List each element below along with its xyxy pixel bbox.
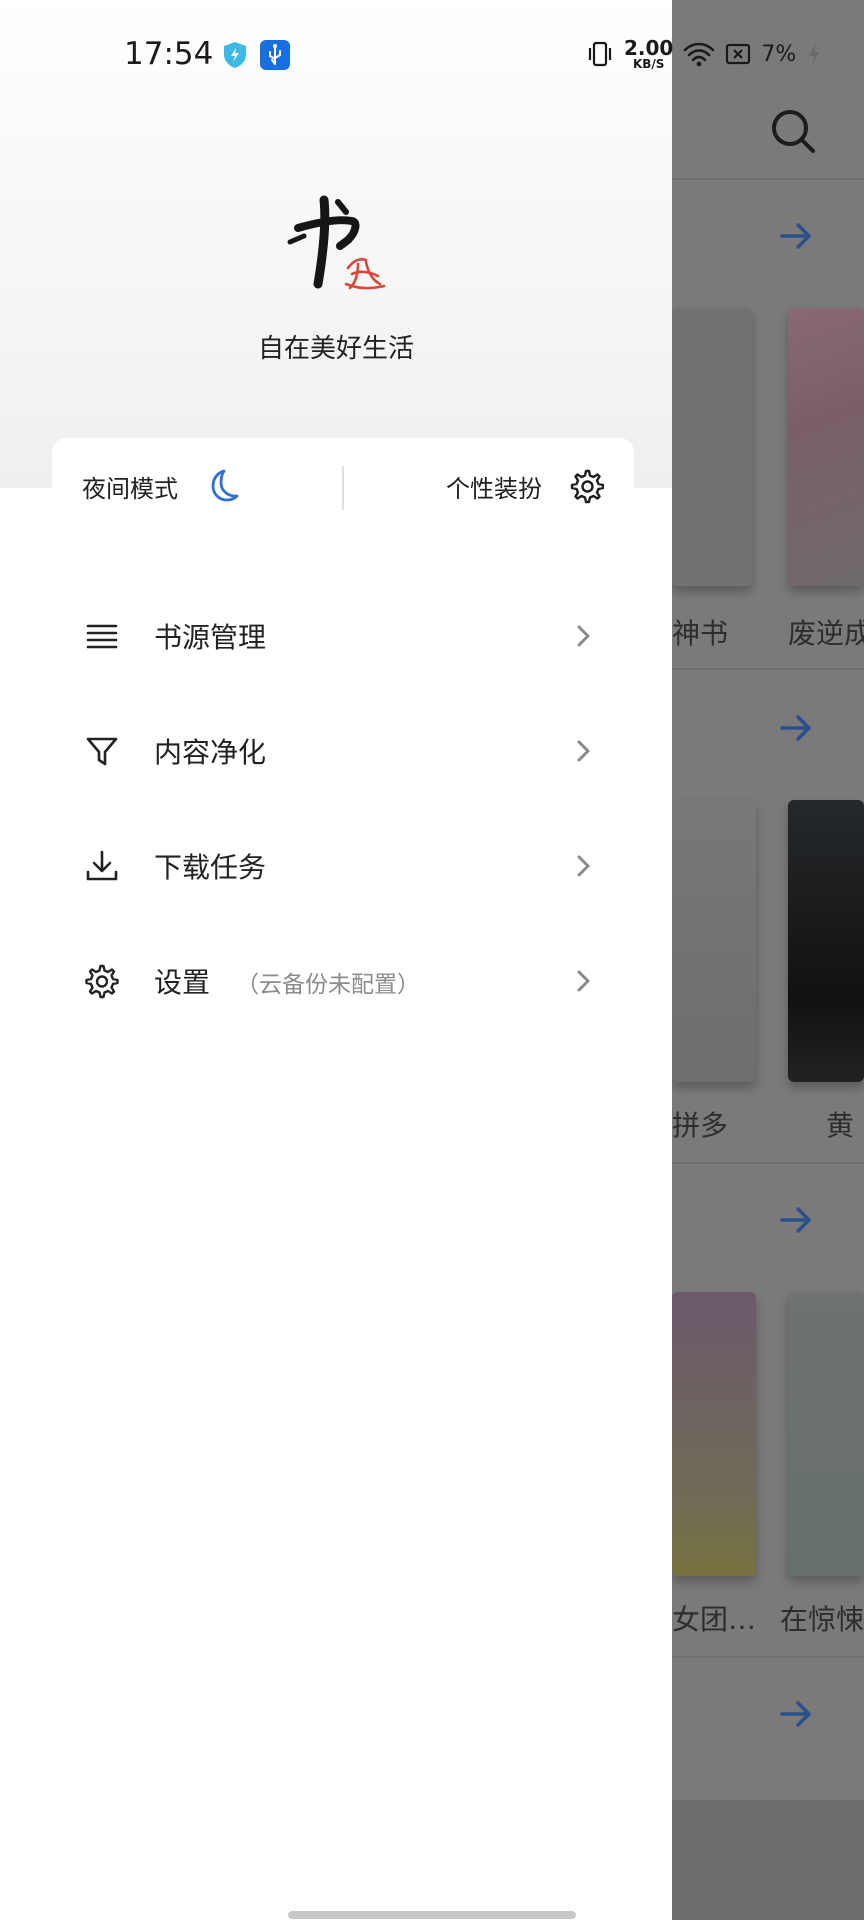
book-title: 废逆成 xyxy=(788,617,864,650)
menu-item-book-sources[interactable]: 书源管理 xyxy=(0,586,672,686)
chevron-right-icon xyxy=(577,855,590,877)
vibrate-icon xyxy=(588,41,612,67)
menu-label: 设置 （云备份未配置） xyxy=(154,961,420,1001)
chevron-right-icon xyxy=(577,625,590,647)
book-cover[interactable] xyxy=(672,1292,756,1576)
book-cover[interactable] xyxy=(788,1292,864,1576)
search-icon xyxy=(772,110,815,153)
menu-label: 书源管理 xyxy=(154,621,267,654)
home-indicator[interactable] xyxy=(288,1911,576,1919)
app-slogan: 自在美好生活 xyxy=(257,334,414,364)
list-icon xyxy=(86,624,118,649)
chevron-right-icon xyxy=(577,740,590,762)
network-speed: 2.00 KB/S xyxy=(624,36,674,71)
menu-label: 下载任务 xyxy=(154,851,267,884)
gear-icon xyxy=(570,469,604,504)
menu-item-settings[interactable]: 设置 （云备份未配置） xyxy=(0,931,672,1031)
book-title: 拼多 xyxy=(672,1109,729,1142)
menu-item-downloads[interactable]: 下载任务 xyxy=(0,816,672,916)
menu-label: 内容净化 xyxy=(154,736,267,769)
shield-icon xyxy=(220,40,250,70)
navigation-drawer: 自在美好生活 夜间模式 个性装扮 书源管理 内容净化 下载任务 设置 （云备份未配… xyxy=(0,0,672,1920)
menu-item-content-filter[interactable]: 内容净化 xyxy=(0,701,672,801)
quick-actions-card: 夜间模式 个性装扮 xyxy=(52,438,634,534)
filter-icon xyxy=(86,737,118,766)
book-cover[interactable] xyxy=(788,308,864,586)
theme-button[interactable]: 个性装扮 xyxy=(446,438,604,534)
night-mode-label: 夜间模式 xyxy=(82,474,178,503)
no-sim-icon xyxy=(726,43,751,65)
charging-icon xyxy=(809,42,820,66)
book-cover[interactable] xyxy=(672,800,756,1082)
arrow-right-icon xyxy=(780,1207,811,1233)
download-icon xyxy=(86,850,118,881)
moon-icon xyxy=(211,469,239,502)
usb-icon xyxy=(260,40,290,70)
settings-label: 设置 xyxy=(154,966,211,999)
gear-icon xyxy=(85,964,119,999)
app-logo xyxy=(287,195,386,290)
book-title: 女团… xyxy=(672,1603,757,1636)
book-title: 黄 xyxy=(826,1109,855,1142)
theme-label: 个性装扮 xyxy=(446,474,542,503)
night-mode-toggle[interactable]: 夜间模式 xyxy=(82,438,240,534)
bottom-nav xyxy=(672,1800,864,1920)
wifi-icon xyxy=(684,42,715,67)
book-cover[interactable] xyxy=(788,800,864,1082)
status-bar: 17:54 2.00 KB/S 7% xyxy=(0,0,864,108)
battery-percent: 7% xyxy=(761,41,797,67)
chevron-right-icon xyxy=(577,970,590,992)
divider xyxy=(342,466,344,510)
arrow-right-icon xyxy=(780,1701,811,1727)
book-title: 在惊悚 xyxy=(780,1603,864,1636)
clock: 17:54 xyxy=(124,36,214,72)
cloud-backup-note: （云备份未配置） xyxy=(236,972,421,998)
book-cover[interactable] xyxy=(672,308,752,586)
arrow-right-icon xyxy=(780,223,811,249)
arrow-right-icon xyxy=(780,715,811,741)
book-title: 神书 xyxy=(672,617,729,650)
